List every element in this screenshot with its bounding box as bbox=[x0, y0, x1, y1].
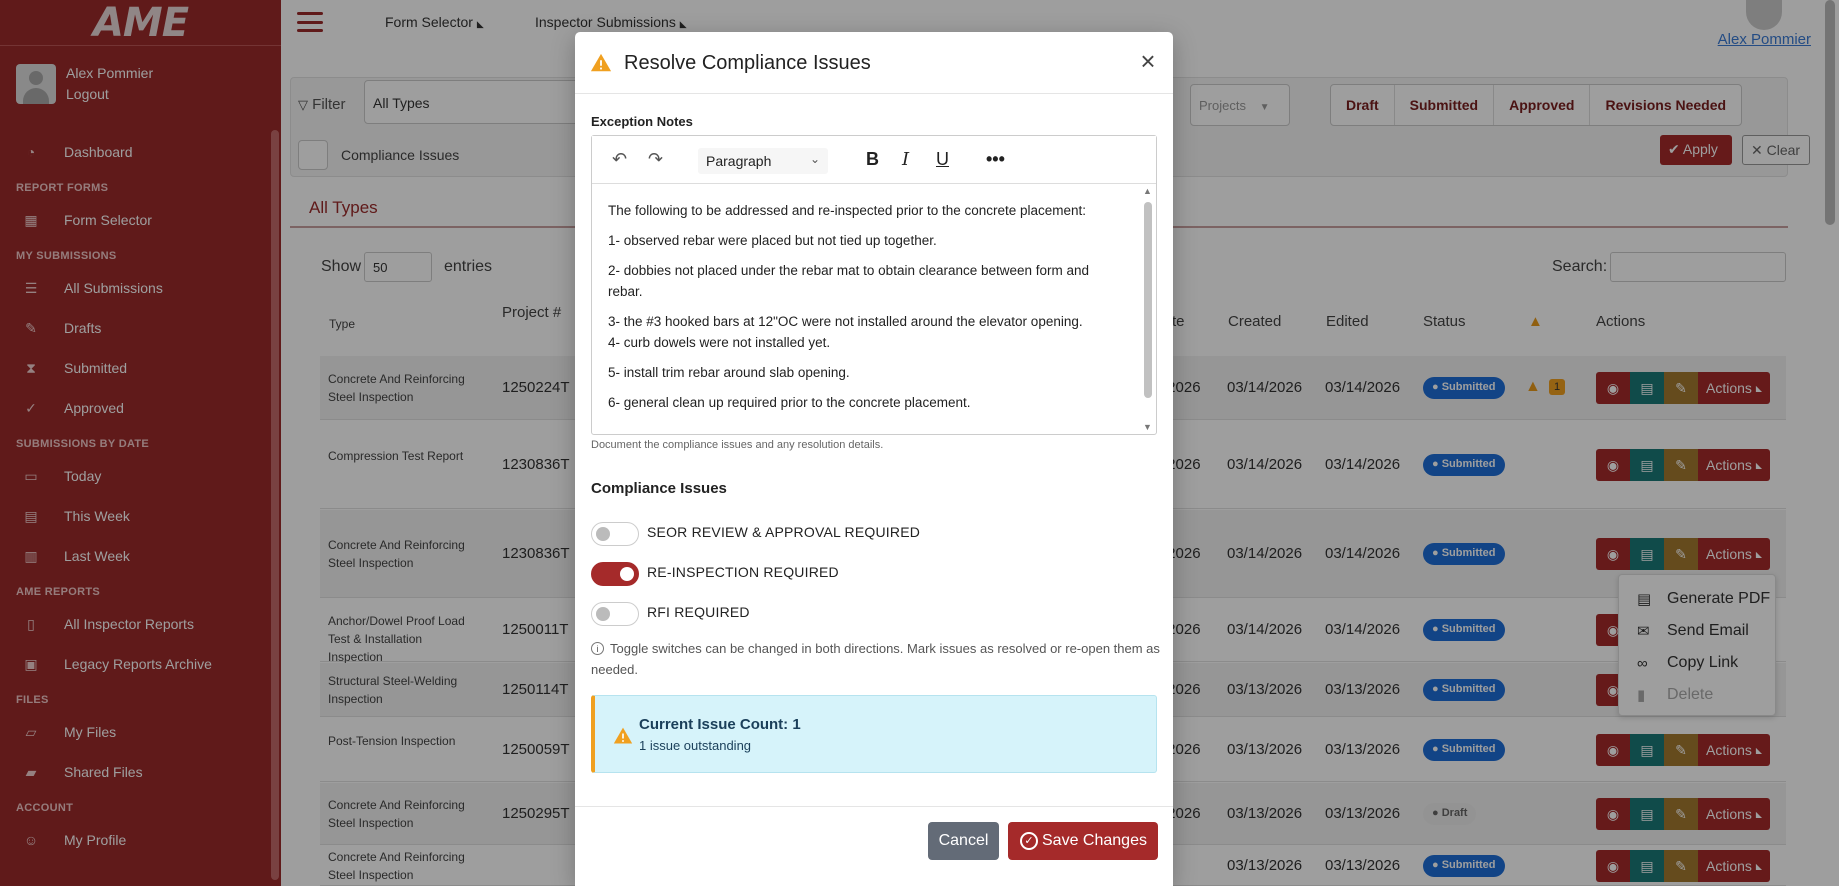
editor-helper-text: Document the compliance issues and any r… bbox=[591, 439, 884, 451]
compliance-issues-title: Compliance Issues bbox=[591, 480, 727, 497]
more-options-icon[interactable]: ••• bbox=[986, 149, 1005, 170]
issue-count-alert: Current Issue Count: 1 1 issue outstandi… bbox=[591, 695, 1157, 773]
toggle-note: i Toggle switches can be changed in both … bbox=[591, 641, 1160, 677]
toggle-label: RFI REQUIRED bbox=[647, 604, 750, 620]
info-icon: i bbox=[591, 642, 604, 655]
toggle-rfi-required[interactable] bbox=[591, 602, 639, 626]
resolve-compliance-modal: Resolve Compliance Issues × Exception No… bbox=[575, 32, 1173, 886]
warning-icon bbox=[613, 727, 633, 744]
italic-icon[interactable]: I bbox=[902, 149, 909, 170]
redo-icon[interactable]: ↷ bbox=[648, 149, 663, 170]
note-paragraph: 2- dobbies not placed under the rebar ma… bbox=[608, 263, 1090, 299]
toggle-seor-review-approval-required[interactable] bbox=[591, 522, 639, 546]
note-paragraph: The following to be addressed and re-ins… bbox=[608, 203, 1087, 218]
note-paragraph: 3- the #3 hooked bars at 12"OC were not … bbox=[608, 314, 1083, 329]
paragraph-select[interactable]: Paragraph ⌄ bbox=[698, 148, 828, 174]
alert-subtitle: 1 issue outstanding bbox=[639, 738, 752, 753]
warning-icon bbox=[590, 53, 612, 72]
toggle-label: SEOR REVIEW & APPROVAL REQUIRED bbox=[647, 524, 921, 540]
close-icon[interactable]: × bbox=[1137, 48, 1159, 74]
bold-icon[interactable]: B bbox=[866, 149, 879, 170]
editor-scrollbar[interactable]: ▲ ▼ bbox=[1142, 184, 1154, 434]
editor-content[interactable]: The following to be addressed and re-ins… bbox=[592, 184, 1142, 434]
exception-notes-label: Exception Notes bbox=[591, 114, 693, 129]
note-paragraph: 6- general clean up required prior to th… bbox=[608, 395, 971, 410]
toggle-re-inspection-required[interactable] bbox=[591, 562, 639, 586]
underline-icon[interactable]: U bbox=[936, 149, 949, 170]
note-paragraph: 4- curb dowels were not installed yet. bbox=[608, 335, 831, 350]
modal-header: Resolve Compliance Issues × bbox=[575, 32, 1173, 94]
chevron-down-icon: ⌄ bbox=[809, 152, 820, 166]
editor-toolbar: ↶ ↷ Paragraph ⌄ B I U ••• bbox=[592, 136, 1156, 184]
undo-icon[interactable]: ↶ bbox=[612, 149, 627, 170]
modal-title: Resolve Compliance Issues bbox=[624, 52, 871, 74]
note-paragraph: 1- observed rebar were placed but not ti… bbox=[608, 233, 937, 248]
app: AME Alex Pommier Logout ◔ Dashboard REPORT… bbox=[0, 0, 1839, 886]
toggle-label: RE-INSPECTION REQUIRED bbox=[647, 564, 839, 580]
alert-title: Current Issue Count: 1 bbox=[639, 716, 801, 733]
cancel-button[interactable]: Cancel bbox=[928, 822, 999, 860]
save-changes-button[interactable]: ✓ Save Changes bbox=[1008, 822, 1158, 860]
check-circle-icon: ✓ bbox=[1020, 832, 1038, 850]
note-paragraph: 5- install trim rebar around slab openin… bbox=[608, 365, 850, 380]
rich-text-editor: ↶ ↷ Paragraph ⌄ B I U ••• The following t… bbox=[591, 135, 1157, 435]
